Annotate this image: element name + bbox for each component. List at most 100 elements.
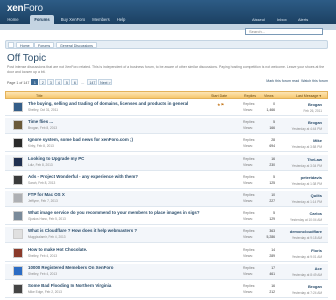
- thread-row[interactable]: The buying, selling and trading of domai…: [5, 100, 328, 116]
- thread-row[interactable]: Ignore system, some bad news for xenForo…: [5, 136, 328, 153]
- user-menu[interactable]: Aisseul: [252, 17, 265, 22]
- thread-row[interactable]: Looking to Upgrade my PC Ldiz, Feb 8, 201…: [5, 154, 328, 171]
- last-poster[interactable]: petertdavis: [301, 175, 322, 180]
- page-link[interactable]: 6: [71, 79, 79, 85]
- col-replies[interactable]: Replies: [244, 92, 256, 100]
- page-link[interactable]: 4: [55, 79, 63, 85]
- views-label: Views:: [243, 144, 253, 149]
- mark-forum-read-link[interactable]: Mark this forum read: [266, 79, 299, 83]
- last-poster[interactable]: TheLaw: [307, 157, 322, 162]
- page-link[interactable]: 2: [39, 79, 47, 85]
- avatar[interactable]: [13, 138, 23, 149]
- last-poster[interactable]: Mike: [313, 138, 322, 143]
- avatar[interactable]: [13, 229, 23, 240]
- last-poster[interactable]: Brogan: [308, 120, 322, 125]
- last-post-time[interactable]: Yesterday at 4:44 PM: [292, 127, 322, 131]
- last-poster[interactable]: Ace: [315, 266, 322, 271]
- last-poster[interactable]: Carlos: [310, 211, 322, 216]
- thread-row[interactable]: What is Cloudflare ? How does it help we…: [5, 227, 328, 244]
- col-last-message[interactable]: Last Message ▾: [296, 92, 321, 100]
- last-post-time[interactable]: Feb 26, 2011: [303, 109, 322, 113]
- last-poster[interactable]: demoncloudflare: [290, 229, 322, 234]
- site-logo[interactable]: xenForo: [7, 3, 43, 14]
- last-post-time[interactable]: Yesterday at 1:14 PM: [292, 200, 322, 204]
- watch-forum-link[interactable]: Watch this forum: [301, 79, 328, 83]
- avatar[interactable]: [13, 211, 23, 222]
- thread-row[interactable]: Some Bad Flooding In Northern Virginia Mi…: [5, 282, 328, 298]
- alerts-link[interactable]: Alerts: [298, 17, 308, 22]
- thread-title[interactable]: What image service do you recommend to y…: [28, 210, 200, 215]
- col-title[interactable]: Title: [36, 92, 43, 100]
- avatar[interactable]: [13, 120, 23, 131]
- avatar[interactable]: [13, 156, 23, 167]
- views-count: 227: [269, 199, 275, 203]
- nav-tab-members[interactable]: Members: [90, 15, 112, 24]
- home-icon[interactable]: [8, 42, 14, 48]
- nav-tab-home[interactable]: Home: [4, 15, 22, 24]
- thread-title[interactable]: Some Bad Flooding In Northern Virginia: [28, 283, 111, 288]
- breadcrumb-forums[interactable]: Forums: [34, 42, 55, 48]
- pagination: Page 1 of 147 1 2 3 4 5 6... 147 Next >: [7, 79, 113, 86]
- thread-title[interactable]: Looking to Upgrade my PC: [28, 156, 84, 161]
- col-views[interactable]: Views: [264, 92, 274, 100]
- last-poster[interactable]: Floris: [311, 248, 322, 253]
- thread-title[interactable]: Ignore system, some bad news for xenForo…: [28, 137, 133, 142]
- thread-row[interactable]: 10000 Registered Memebers On XenForo Shel…: [5, 263, 328, 280]
- thread-row[interactable]: Time flies ... Brogan, Feb 8, 2013 Replies…: [5, 118, 328, 135]
- last-poster[interactable]: Quilts: [311, 193, 322, 198]
- thread-title[interactable]: What is Cloudflare ? How does it help we…: [28, 228, 137, 233]
- next-page-button[interactable]: Next >: [98, 79, 113, 85]
- search-input[interactable]: Search...: [245, 28, 323, 35]
- avatar[interactable]: [13, 265, 23, 276]
- replies-count: 17: [271, 265, 275, 270]
- thread-row[interactable]: How to make Hot Chocolate. Shelley, Feb 4…: [5, 246, 328, 262]
- last-poster[interactable]: Brogan: [308, 102, 322, 107]
- replies-count: 14: [271, 247, 275, 252]
- thread-title[interactable]: FTP for Mac OS X: [28, 192, 65, 197]
- inbox-link[interactable]: Inbox: [277, 17, 287, 22]
- nav-tab-forums[interactable]: Forums: [30, 15, 54, 24]
- avatar[interactable]: [13, 174, 23, 185]
- views-label: Views:: [243, 253, 253, 258]
- views-count: 694: [269, 144, 275, 149]
- page-link[interactable]: 1: [31, 79, 39, 85]
- replies-label: Replies:: [243, 102, 256, 106]
- replies-count: 5: [273, 211, 275, 216]
- nav-tab-help[interactable]: Help: [114, 15, 128, 24]
- thread-title[interactable]: The buying, selling and trading of domai…: [28, 101, 188, 106]
- last-post-time[interactable]: Yesterday at 10:04 AM: [290, 218, 322, 222]
- thread-meta: Shelley, Feb 4, 2013: [28, 253, 58, 258]
- col-start-date[interactable]: Start Date: [211, 92, 227, 100]
- thread-meta: Mike Edge, Feb 2, 2013: [28, 290, 62, 294]
- page-link[interactable]: 147: [87, 79, 98, 85]
- thread-title[interactable]: Ads - Project Wonderful - any experience…: [28, 174, 138, 179]
- page-link[interactable]: 3: [47, 79, 55, 85]
- last-poster[interactable]: Brogan: [308, 284, 322, 289]
- thread-row[interactable]: What image service do you recommend to y…: [5, 209, 328, 226]
- thread-meta: Shelley, Feb 4, 2013: [28, 271, 58, 276]
- avatar[interactable]: [13, 102, 23, 112]
- avatar[interactable]: [13, 193, 23, 203]
- last-post-time[interactable]: Yesterday at 1:38 PM: [292, 182, 322, 186]
- avatar[interactable]: [13, 284, 23, 294]
- last-post-time[interactable]: Yesterday at 9:18 AM: [292, 236, 322, 240]
- page-link[interactable]: 5: [63, 79, 71, 85]
- replies-count: 16: [271, 156, 275, 161]
- thread-title[interactable]: How to make Hot Chocolate.: [28, 247, 87, 252]
- thread-list-header: Title Start Date Replies Views Last Mess…: [5, 91, 328, 99]
- nav-tab-buy-xenforo[interactable]: Buy XenForo: [58, 15, 88, 24]
- last-post-time[interactable]: Yesterday at 3:34 PM: [292, 164, 322, 168]
- last-post-time[interactable]: Yesterday at 3:58 PM: [292, 145, 322, 149]
- views-count: 166: [269, 126, 275, 131]
- last-post-time[interactable]: Yesterday at 9:01 AM: [292, 255, 322, 259]
- thread-title[interactable]: 10000 Registered Memebers On XenForo: [28, 265, 113, 270]
- thread-row[interactable]: Ads - Project Wonderful - any experience…: [5, 173, 328, 189]
- views-count: 461: [269, 271, 275, 276]
- thread-title[interactable]: Time flies ...: [28, 119, 53, 124]
- breadcrumb-home[interactable]: Home: [16, 42, 34, 48]
- breadcrumb-general-discussions[interactable]: General Discussions: [56, 42, 97, 48]
- thread-row[interactable]: FTP for Mac OS X Jefflyne, Feb 7, 2013 Rep…: [5, 191, 328, 207]
- avatar[interactable]: [13, 247, 23, 258]
- last-post-time[interactable]: Yesterday at 8:49 AM: [292, 273, 322, 277]
- last-post-time[interactable]: Yesterday at 7:24 AM: [292, 291, 322, 295]
